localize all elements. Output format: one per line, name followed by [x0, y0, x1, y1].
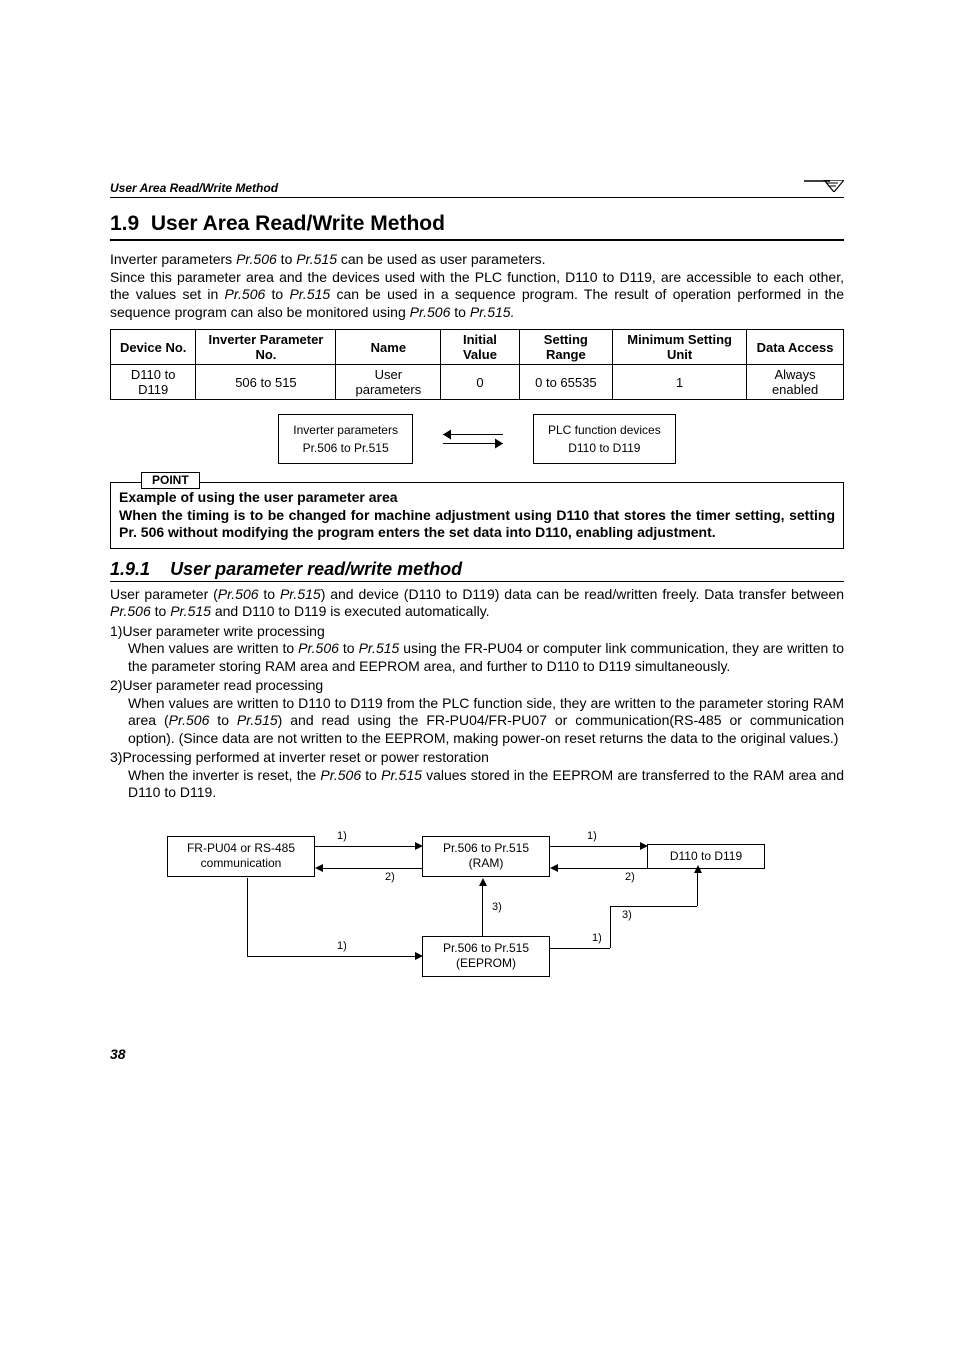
- diagram-box-eeprom: Pr.506 to Pr.515(EEPROM): [422, 936, 550, 977]
- td-setting-range: 0 to 65535: [519, 365, 612, 400]
- section-name: User Area Read/Write Method: [151, 212, 445, 235]
- th-min-setting-unit: Minimum Setting Unit: [613, 330, 747, 365]
- mapping-diagram: Inverter parameters Pr.506 to Pr.515 PLC…: [110, 414, 844, 464]
- td-initial-value: 0: [441, 365, 519, 400]
- list-item: 2)User parameter read processing When va…: [110, 677, 844, 747]
- th-name: Name: [336, 330, 441, 365]
- diagram-box-devices: D110 to D119: [647, 844, 765, 870]
- subsection-number: 1.9.1: [110, 559, 150, 579]
- th-setting-range: Setting Range: [519, 330, 612, 365]
- list-item: 1)User parameter write processing When v…: [110, 623, 844, 676]
- point-heading: Example of using the user parameter area: [119, 489, 398, 505]
- diagram-box-plc-devices: PLC function devices D110 to D119: [533, 414, 676, 464]
- th-inverter-param-no: Inverter Parameter No.: [196, 330, 336, 365]
- th-data-access: Data Access: [747, 330, 844, 365]
- table-row: D110 to D119 506 to 515 User parameters …: [111, 365, 844, 400]
- point-label: POINT: [141, 472, 200, 489]
- point-callout: POINT Example of using the user paramete…: [110, 482, 844, 549]
- subsection-intro: User parameter (Pr.506 to Pr.515) and de…: [110, 586, 844, 621]
- header-decoration-icon: [804, 180, 844, 195]
- diagram-box-ram: Pr.506 to Pr.515(RAM): [422, 836, 550, 877]
- subsection-title: 1.9.1 User parameter read/write method: [110, 559, 844, 582]
- diagram-box-communication: FR-PU04 or RS-485communication: [167, 836, 315, 877]
- td-data-access: Always enabled: [747, 365, 844, 400]
- page-number: 38: [110, 1046, 844, 1062]
- intro-paragraph: Inverter parameters Pr.506 to Pr.515 can…: [110, 251, 844, 321]
- diagram-box-inverter-params: Inverter parameters Pr.506 to Pr.515: [278, 414, 413, 464]
- th-device-no: Device No.: [111, 330, 196, 365]
- point-body: When the timing is to be changed for mac…: [119, 507, 835, 541]
- subsection-name: User parameter read/write method: [170, 559, 462, 579]
- td-inverter-param-no: 506 to 515: [196, 365, 336, 400]
- running-header: User Area Read/Write Method: [110, 180, 844, 198]
- section-title: 1.9 User Area Read/Write Method: [110, 212, 844, 241]
- td-min-setting-unit: 1: [613, 365, 747, 400]
- parameter-table: Device No. Inverter Parameter No. Name I…: [110, 329, 844, 400]
- numbered-list: 1)User parameter write processing When v…: [110, 623, 844, 802]
- data-flow-diagram: FR-PU04 or RS-485communication Pr.506 to…: [167, 816, 787, 986]
- section-number: 1.9: [110, 212, 139, 235]
- double-arrow-icon: [443, 434, 503, 444]
- running-header-text: User Area Read/Write Method: [110, 181, 278, 195]
- list-item: 3)Processing performed at inverter reset…: [110, 749, 844, 802]
- th-initial-value: Initial Value: [441, 330, 519, 365]
- td-name: User parameters: [336, 365, 441, 400]
- td-device-no: D110 to D119: [111, 365, 196, 400]
- table-header-row: Device No. Inverter Parameter No. Name I…: [111, 330, 844, 365]
